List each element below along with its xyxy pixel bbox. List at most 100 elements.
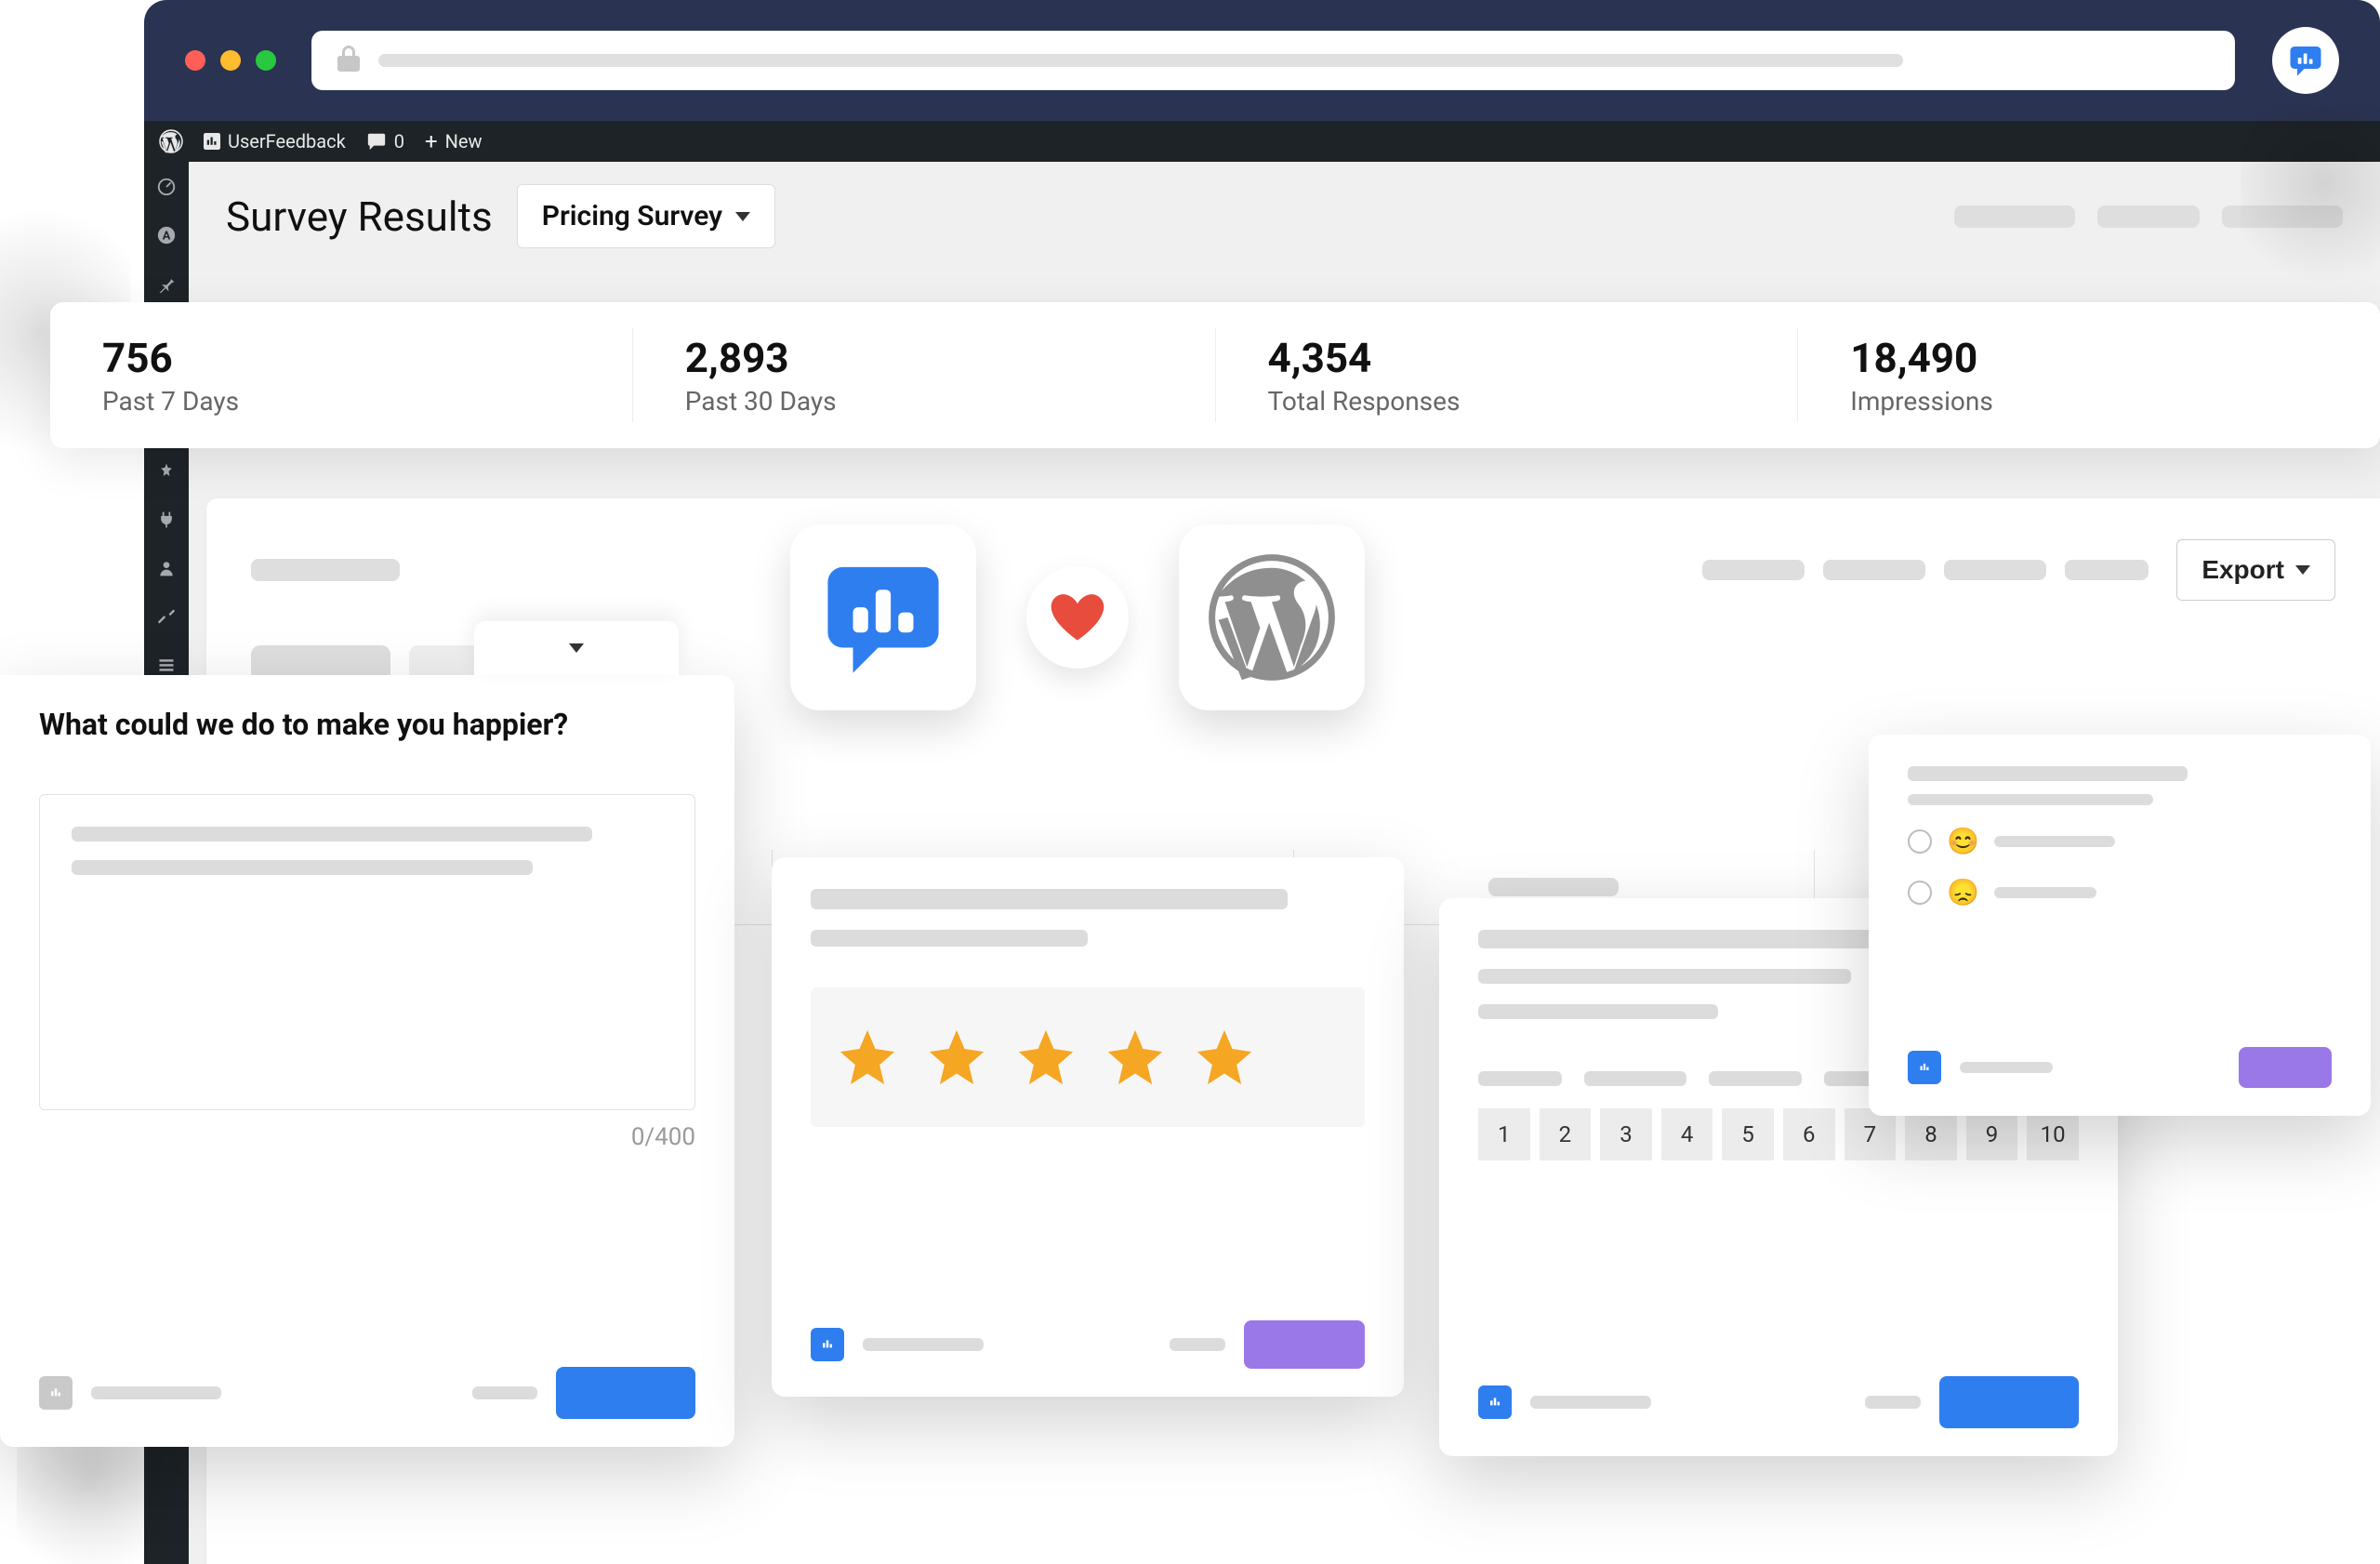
- wp-admin-bar: UserFeedback 0 + New: [144, 121, 2380, 162]
- option-label-placeholder: [1994, 887, 2096, 898]
- back-link-placeholder[interactable]: [472, 1386, 537, 1399]
- stat-label: Past 7 Days: [102, 386, 580, 417]
- stat-label: Impressions: [1850, 386, 2328, 417]
- sidebar-tools-icon[interactable]: [154, 604, 178, 629]
- export-button[interactable]: Export: [2176, 539, 2335, 601]
- filter-placeholder: [2065, 560, 2149, 580]
- nps-option[interactable]: 1: [1478, 1108, 1530, 1160]
- close-window-button[interactable]: [185, 50, 205, 71]
- nps-option[interactable]: 5: [1722, 1108, 1774, 1160]
- wp-site-label: UserFeedback: [228, 130, 346, 152]
- wp-comments-count: 0: [394, 130, 404, 152]
- star-icon[interactable]: [924, 1025, 989, 1090]
- survey-selector[interactable]: Pricing Survey: [517, 184, 775, 248]
- radio-option[interactable]: 😞: [1908, 877, 2332, 908]
- back-link-placeholder[interactable]: [1170, 1338, 1225, 1351]
- submit-button[interactable]: [1939, 1376, 2079, 1428]
- sidebar-dashboard-icon[interactable]: [154, 175, 178, 199]
- comment-icon: [366, 131, 387, 152]
- back-link-placeholder[interactable]: [1865, 1396, 1921, 1409]
- nps-option[interactable]: 9: [1966, 1108, 2018, 1160]
- userfeedback-badge-icon: [811, 1328, 844, 1361]
- chevron-down-icon: [2295, 565, 2310, 575]
- wp-new-label: New: [445, 130, 483, 152]
- star-icon[interactable]: [1103, 1025, 1168, 1090]
- extension-badge[interactable]: [2272, 27, 2339, 94]
- stat-label: Total Responses: [1268, 386, 1746, 417]
- textarea-input[interactable]: [39, 794, 695, 1110]
- userfeedback-badge-icon: [1478, 1385, 1512, 1419]
- brand-label-placeholder: [1530, 1396, 1651, 1409]
- star-icon[interactable]: [1013, 1025, 1078, 1090]
- scale-placeholder: [1584, 1071, 1686, 1086]
- lock-icon: [337, 46, 360, 75]
- wp-comments[interactable]: 0: [366, 130, 404, 152]
- stat-value: 18,490: [1850, 334, 2328, 382]
- heart-badge: [1026, 566, 1129, 669]
- minimize-window-button[interactable]: [220, 50, 241, 71]
- stat-impressions: 18,490 Impressions: [1798, 328, 2380, 422]
- page-title: Survey Results: [226, 192, 493, 241]
- nps-option[interactable]: 4: [1661, 1108, 1713, 1160]
- survey-widget-stars: [772, 857, 1404, 1397]
- stat-value: 4,354: [1268, 334, 1746, 382]
- chevron-down-icon: [569, 643, 584, 653]
- nps-option[interactable]: 6: [1783, 1108, 1835, 1160]
- star-rating-input[interactable]: [811, 987, 1365, 1127]
- char-counter: 0/400: [39, 1123, 695, 1151]
- radio-icon: [1908, 829, 1932, 854]
- submit-button[interactable]: [556, 1367, 695, 1419]
- filter-placeholder: [1702, 560, 1805, 580]
- svg-text:A: A: [163, 230, 171, 244]
- userfeedback-badge-icon: [1908, 1051, 1941, 1084]
- survey-widget-textarea: What could we do to make you happier? 0/…: [0, 675, 734, 1447]
- wp-site-switcher[interactable]: UserFeedback: [204, 130, 346, 152]
- brand-label-placeholder: [863, 1338, 984, 1351]
- brand-label-placeholder: [1960, 1062, 2053, 1073]
- maximize-window-button[interactable]: [256, 50, 276, 71]
- brand-label-placeholder: [91, 1386, 221, 1399]
- integration-logo-row: [790, 524, 1365, 710]
- option-label-placeholder: [1994, 836, 2115, 847]
- wordpress-icon[interactable]: [159, 129, 183, 153]
- sidebar-pin-icon[interactable]: [154, 272, 178, 296]
- nps-option[interactable]: 3: [1600, 1108, 1652, 1160]
- stat-past-30-days: 2,893 Past 30 Days: [633, 328, 1216, 422]
- export-button-label: Export: [2202, 555, 2284, 585]
- wordpress-logo-card: [1179, 524, 1365, 710]
- url-placeholder: [378, 54, 1903, 67]
- survey-widget-emoji: 😊 😞: [1869, 735, 2371, 1116]
- nps-option[interactable]: 7: [1844, 1108, 1897, 1160]
- submit-button[interactable]: [1244, 1320, 1365, 1369]
- sidebar-pin2-icon[interactable]: [154, 459, 178, 484]
- star-icon[interactable]: [1192, 1025, 1257, 1090]
- action-placeholder: [2097, 205, 2200, 228]
- sidebar-plug-icon[interactable]: [154, 508, 178, 532]
- nps-option[interactable]: 10: [2027, 1108, 2079, 1160]
- userfeedback-icon: [2289, 44, 2322, 77]
- stat-total-responses: 4,354 Total Responses: [1216, 328, 1799, 422]
- wp-new[interactable]: + New: [425, 128, 483, 154]
- sidebar-user-icon[interactable]: [154, 556, 178, 580]
- scale-low-label: [1478, 1071, 1562, 1086]
- userfeedback-badge-icon: [39, 1376, 73, 1410]
- star-icon[interactable]: [835, 1025, 900, 1090]
- stat-past-7-days: 756 Past 7 Days: [50, 328, 633, 422]
- sidebar-settings-icon[interactable]: [154, 653, 178, 677]
- plus-icon: +: [425, 128, 438, 154]
- userfeedback-small-icon: [204, 133, 220, 150]
- filter-placeholder: [1944, 560, 2046, 580]
- chevron-down-icon: [735, 212, 750, 221]
- emoji-sad-icon: 😞: [1947, 877, 1979, 908]
- userfeedback-logo-card: [790, 524, 976, 710]
- nps-scale: 1 2 3 4 5 6 7 8 9 10: [1478, 1108, 2079, 1160]
- nps-option[interactable]: 8: [1905, 1108, 1957, 1160]
- widget-tab[interactable]: [474, 621, 679, 675]
- action-placeholder: [1954, 205, 2075, 228]
- heart-icon: [1050, 592, 1105, 643]
- sidebar-analytics-icon[interactable]: A: [154, 223, 178, 247]
- nps-option[interactable]: 2: [1540, 1108, 1592, 1160]
- url-bar[interactable]: [311, 31, 2235, 90]
- submit-button[interactable]: [2239, 1047, 2332, 1088]
- radio-option[interactable]: 😊: [1908, 826, 2332, 856]
